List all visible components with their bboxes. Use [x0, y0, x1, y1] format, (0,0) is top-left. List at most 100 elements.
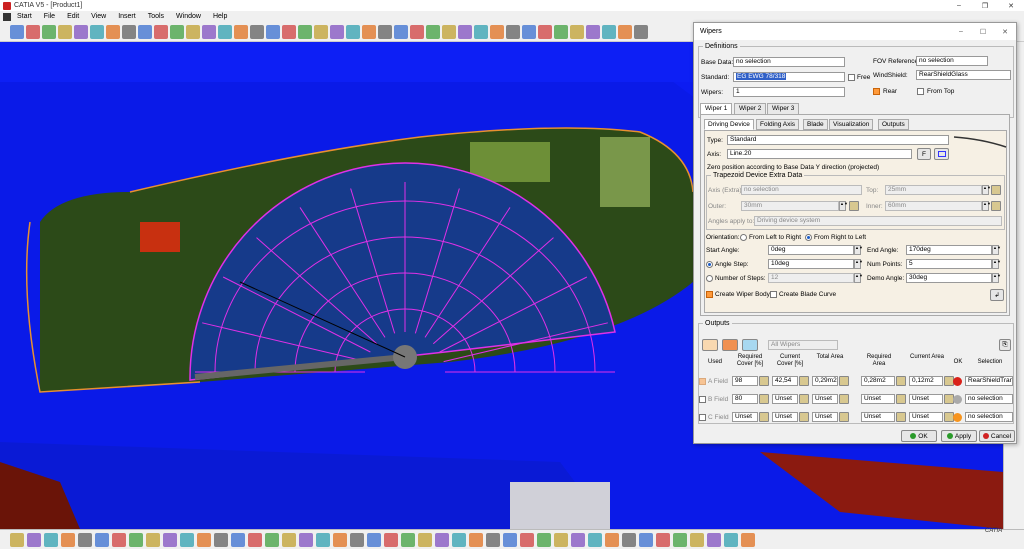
fov-reference-field[interactable]: no selection — [916, 56, 988, 66]
toolbar-icon[interactable] — [282, 532, 296, 547]
toolbar-icon[interactable] — [250, 24, 264, 39]
formula-icon[interactable] — [839, 394, 849, 404]
output-cell-req-cover[interactable]: 80 — [732, 394, 758, 404]
toolbar-icon[interactable] — [442, 24, 456, 39]
toolbar-icon[interactable] — [163, 532, 177, 547]
start-angle-field[interactable]: 0deg — [768, 245, 854, 255]
driving-device-reset-button[interactable]: ↲ — [990, 289, 1004, 301]
inner-formula-icon[interactable] — [991, 201, 1001, 211]
output-cell-req-cover[interactable]: 98 — [732, 376, 758, 386]
output-cell-cur-area[interactable]: Unset — [909, 394, 943, 404]
toolbar-icon[interactable] — [367, 532, 381, 547]
formula-icon[interactable] — [759, 412, 769, 422]
formula-icon[interactable] — [839, 412, 849, 422]
toolbar-icon[interactable] — [61, 532, 75, 547]
outer-field[interactable]: 30mm — [741, 201, 839, 211]
toolbar-icon[interactable] — [330, 24, 344, 39]
toolbar-icon[interactable] — [214, 532, 228, 547]
toolbar-icon[interactable] — [346, 24, 360, 39]
top-spinner[interactable]: ▲▼ — [982, 185, 991, 195]
output-cell-total[interactable]: Unset — [812, 412, 838, 422]
toolbar-icon[interactable] — [265, 532, 279, 547]
toolbar-icon[interactable] — [27, 532, 41, 547]
toolbar-icon[interactable] — [58, 24, 72, 39]
output-view-2-icon[interactable] — [722, 339, 738, 351]
from-top-checkbox[interactable] — [917, 88, 924, 95]
angle-step-field[interactable]: 10deg — [768, 259, 854, 269]
minimize-button[interactable]: – — [946, 0, 972, 11]
num-points-field[interactable]: 5 — [906, 259, 992, 269]
standard-select[interactable]: EG EWG 78/318 — [733, 72, 845, 82]
start-angle-spinner[interactable]: ▲▼ — [854, 245, 863, 255]
toolbar-icon[interactable] — [707, 532, 721, 547]
toolbar-icon[interactable] — [384, 532, 398, 547]
toolbar-icon[interactable] — [234, 24, 248, 39]
toolbar-icon[interactable] — [42, 24, 56, 39]
formula-icon[interactable] — [896, 394, 906, 404]
free-checkbox[interactable] — [848, 74, 855, 81]
toolbar-icon[interactable] — [537, 532, 551, 547]
close-button[interactable]: ✕ — [998, 0, 1024, 11]
toolbar-icon[interactable] — [410, 24, 424, 39]
toolbar-icon[interactable] — [350, 532, 364, 547]
used-checkbox[interactable] — [699, 396, 706, 403]
toolbar-icon[interactable] — [554, 24, 568, 39]
toolbar-icon[interactable] — [95, 532, 109, 547]
dialog-close-button[interactable]: ✕ — [994, 23, 1016, 40]
output-selection-field[interactable]: RearShieldTrans — [965, 376, 1013, 386]
orientation-ltr-radio[interactable] — [740, 234, 747, 241]
formula-icon[interactable] — [799, 412, 809, 422]
toolbar-icon[interactable] — [248, 532, 262, 547]
toolbar-icon[interactable] — [378, 24, 392, 39]
toolbar-icon[interactable] — [394, 24, 408, 39]
subtab-folding-axis[interactable]: Folding Axis — [756, 119, 800, 130]
outer-spinner[interactable]: ▲▼ — [839, 201, 848, 211]
output-cell-cur-cover[interactable]: 42,54 — [772, 376, 798, 386]
num-steps-spinner[interactable]: ▲▼ — [854, 273, 863, 283]
toolbar-icon[interactable] — [112, 532, 126, 547]
output-cell-req-area[interactable]: Unset — [861, 394, 895, 404]
formula-icon[interactable] — [759, 376, 769, 386]
orientation-rtl-radio[interactable] — [805, 234, 812, 241]
wipers-count-field[interactable]: 1 — [733, 87, 845, 97]
menu-window[interactable]: Window — [170, 13, 207, 20]
toolbar-icon[interactable] — [186, 24, 200, 39]
dialog-maximize-button[interactable]: ☐ — [972, 23, 994, 40]
toolbar-icon[interactable] — [170, 24, 184, 39]
toolbar-icon[interactable] — [724, 532, 738, 547]
menu-help[interactable]: Help — [207, 13, 233, 20]
apply-button[interactable]: Apply — [941, 430, 977, 442]
toolbar-icon[interactable] — [690, 532, 704, 547]
toolbar-icon[interactable] — [333, 532, 347, 547]
toolbar-icon[interactable] — [138, 24, 152, 39]
menu-view[interactable]: View — [85, 13, 112, 20]
cancel-button[interactable]: Cancel — [979, 430, 1015, 442]
toolbar-icon[interactable] — [639, 532, 653, 547]
subtab-driving-device[interactable]: Driving Device — [704, 119, 754, 130]
top-field[interactable]: 25mm — [885, 185, 982, 195]
toolbar-icon[interactable] — [452, 532, 466, 547]
toolbar-icon[interactable] — [314, 24, 328, 39]
axis-field[interactable]: Line.20 — [727, 149, 912, 159]
end-angle-field[interactable]: 170deg — [906, 245, 992, 255]
toolbar-icon[interactable] — [298, 24, 312, 39]
output-cell-req-area[interactable]: 0,28m2 — [861, 376, 895, 386]
num-points-spinner[interactable]: ▲▼ — [992, 259, 1001, 269]
angle-step-radio[interactable] — [706, 261, 713, 268]
demo-angle-spinner[interactable]: ▲▼ — [992, 273, 1001, 283]
toolbar-icon[interactable] — [673, 532, 687, 547]
end-angle-spinner[interactable]: ▲▼ — [992, 245, 1001, 255]
toolbar-icon[interactable] — [10, 24, 24, 39]
toolbar-icon[interactable] — [146, 532, 160, 547]
toolbar-icon[interactable] — [741, 532, 755, 547]
toolbar-icon[interactable] — [129, 532, 143, 547]
output-view-3-icon[interactable] — [742, 339, 758, 351]
menu-tools[interactable]: Tools — [142, 13, 170, 20]
toolbar-icon[interactable] — [520, 532, 534, 547]
toolbar-icon[interactable] — [571, 532, 585, 547]
base-data-field[interactable]: no selection — [733, 57, 845, 67]
output-selection-field[interactable]: no selection — [965, 394, 1013, 404]
inner-field[interactable]: 60mm — [885, 201, 982, 211]
all-wipers-select[interactable]: All Wipers — [768, 340, 838, 350]
output-cell-req-cover[interactable]: Unset — [732, 412, 758, 422]
